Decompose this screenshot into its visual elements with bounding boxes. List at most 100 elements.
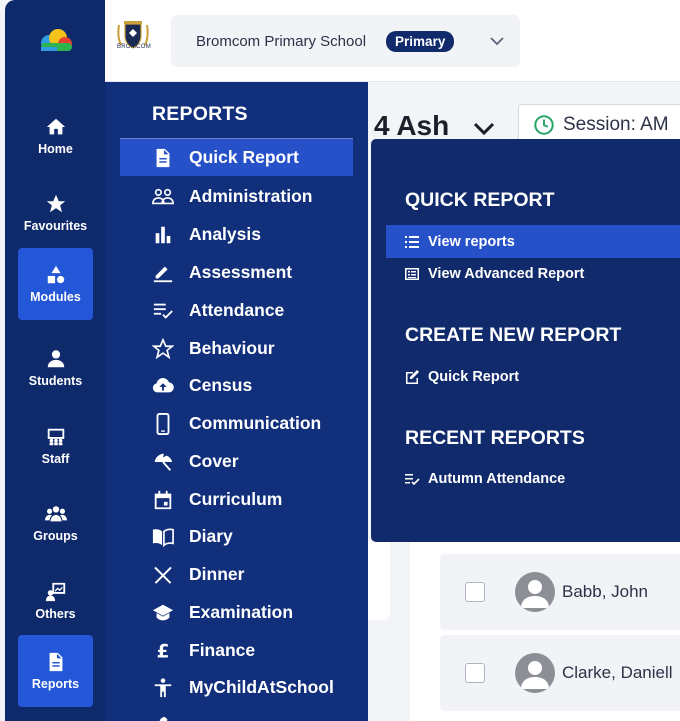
wrench-icon: [159, 716, 168, 721]
menu-item-label: Quick Report: [189, 147, 299, 167]
table-row[interactable]: Clarke, Daniell: [440, 635, 680, 711]
checklist-icon: [405, 473, 420, 485]
edit-icon: [406, 369, 419, 384]
menu-item-quick-report[interactable]: Quick Report: [120, 139, 353, 176]
menu-item-label: Communication: [189, 413, 322, 433]
menu-item-label: Attendance: [189, 300, 285, 320]
row-checkbox[interactable]: [465, 582, 485, 602]
cloud-upload-icon: [152, 377, 174, 392]
rail-item-home[interactable]: Home: [18, 100, 93, 172]
chevron-down-icon: [490, 37, 504, 46]
link-label: View reports: [428, 233, 515, 250]
school-name: Bromcom Primary School: [196, 32, 367, 50]
others-icon: [45, 582, 65, 602]
menu-item-attendance[interactable]: Attendance: [120, 292, 353, 329]
home-icon: [46, 118, 65, 135]
main-navigation-rail: Home Favourites Modules Students Staff G…: [5, 0, 105, 721]
rail-item-others[interactable]: Others: [18, 565, 93, 637]
menu-item-examination[interactable]: Examination: [120, 594, 353, 631]
background-card: [368, 540, 390, 620]
link-label: Autumn Attendance: [428, 470, 566, 487]
row-checkbox[interactable]: [465, 663, 485, 683]
view-reports-link[interactable]: View reports: [386, 225, 680, 258]
menu-item-assessment[interactable]: Assessment: [120, 254, 353, 291]
section-heading: QUICK REPORT: [405, 189, 555, 211]
cutlery-icon: [154, 566, 172, 584]
menu-item-diary[interactable]: Diary: [120, 518, 353, 555]
menu-item-label: Diary: [189, 526, 233, 546]
menu-item-label: Curriculum: [189, 489, 283, 509]
child-icon: [154, 677, 172, 697]
menu-item-label: Analysis: [189, 224, 261, 244]
menu-item-label: Behaviour: [189, 338, 275, 358]
menu-item-communication[interactable]: Communication: [120, 405, 353, 442]
menu-item-label: MyChildAtSchool: [189, 677, 334, 697]
rail-item-staff[interactable]: Staff: [18, 410, 93, 482]
menu-item-analysis[interactable]: Analysis: [120, 216, 353, 253]
menu-item-census[interactable]: Census: [120, 367, 353, 404]
bromcom-logo-icon: [41, 29, 72, 51]
groups-icon: [44, 506, 67, 522]
link-label: View Advanced Report: [428, 265, 585, 282]
person-icon: [521, 661, 549, 689]
rail-item-label: Students: [28, 374, 83, 388]
recent-report-link[interactable]: Autumn Attendance: [386, 462, 680, 495]
school-crest-icon: [117, 21, 149, 49]
menu-item-label: Assessment: [189, 262, 293, 282]
section-heading: RECENT REPORTS: [405, 427, 585, 449]
section-heading: CREATE NEW REPORT: [405, 324, 622, 346]
avatar: [515, 572, 555, 612]
rail-item-label: Home: [38, 142, 73, 156]
staff-icon: [47, 428, 64, 446]
rail-item-favourites[interactable]: Favourites: [18, 177, 93, 249]
star-outline-icon: [152, 337, 174, 359]
menu-item-curriculum[interactable]: Curriculum: [120, 481, 353, 518]
person-icon: [47, 350, 64, 368]
menu-item-dinner[interactable]: Dinner: [120, 556, 353, 593]
menu-item-label: Finance: [189, 640, 256, 660]
view-advanced-report-link[interactable]: View Advanced Report: [386, 257, 680, 290]
list-icon: [405, 235, 419, 248]
rail-item-label: Groups: [33, 529, 78, 543]
phone-icon: [156, 412, 170, 435]
rail-item-label: Others: [35, 607, 76, 621]
class-title[interactable]: 4 Ash: [374, 110, 449, 142]
calendar-icon: [154, 490, 172, 509]
clock-icon: [534, 115, 554, 135]
pound-icon: £: [157, 641, 170, 662]
rail-item-reports[interactable]: Reports: [18, 635, 93, 707]
table-row[interactable]: Babb, John: [440, 554, 680, 630]
crest-caption: BROMCOM: [116, 44, 152, 50]
panel-title: REPORTS: [152, 103, 248, 125]
menu-item-finance[interactable]: £ Finance: [120, 632, 353, 669]
link-label: Quick Report: [428, 368, 520, 385]
menu-item-partial[interactable]: [120, 707, 353, 721]
checklist-icon: [153, 303, 173, 319]
create-quick-report-link[interactable]: Quick Report: [386, 360, 680, 393]
menu-item-label: Examination: [189, 602, 294, 622]
pencil-icon: [153, 266, 173, 282]
rail-item-modules[interactable]: Modules: [18, 248, 93, 320]
school-selector[interactable]: Bromcom Primary School Primary: [171, 15, 520, 67]
star-icon: [46, 194, 65, 213]
menu-item-administration[interactable]: Administration: [120, 178, 353, 215]
menu-item-mychildatschool[interactable]: MyChildAtSchool: [120, 669, 353, 706]
menu-item-cover[interactable]: Cover: [120, 443, 353, 480]
menu-item-label: Administration: [189, 186, 313, 206]
menu-item-label: Dinner: [189, 564, 245, 584]
table-icon: [405, 267, 419, 280]
rail-item-label: Staff: [41, 452, 70, 466]
rail-item-groups[interactable]: Groups: [18, 487, 93, 559]
student-name: Babb, John: [562, 582, 649, 601]
chevron-down-icon[interactable]: [472, 118, 496, 140]
svg-text:£: £: [157, 641, 170, 662]
top-header: BROMCOM Bromcom Primary School Primary: [105, 0, 680, 82]
reports-menu-panel: REPORTS Quick Report Administration Anal…: [105, 82, 368, 721]
menu-item-behaviour[interactable]: Behaviour: [120, 330, 353, 367]
umbrella-icon: [154, 453, 173, 471]
school-phase-badge: Primary: [386, 30, 455, 52]
avatar: [515, 653, 555, 693]
rail-item-students[interactable]: Students: [18, 332, 93, 404]
people-icon: [152, 188, 174, 204]
rail-item-label: Modules: [30, 290, 81, 304]
